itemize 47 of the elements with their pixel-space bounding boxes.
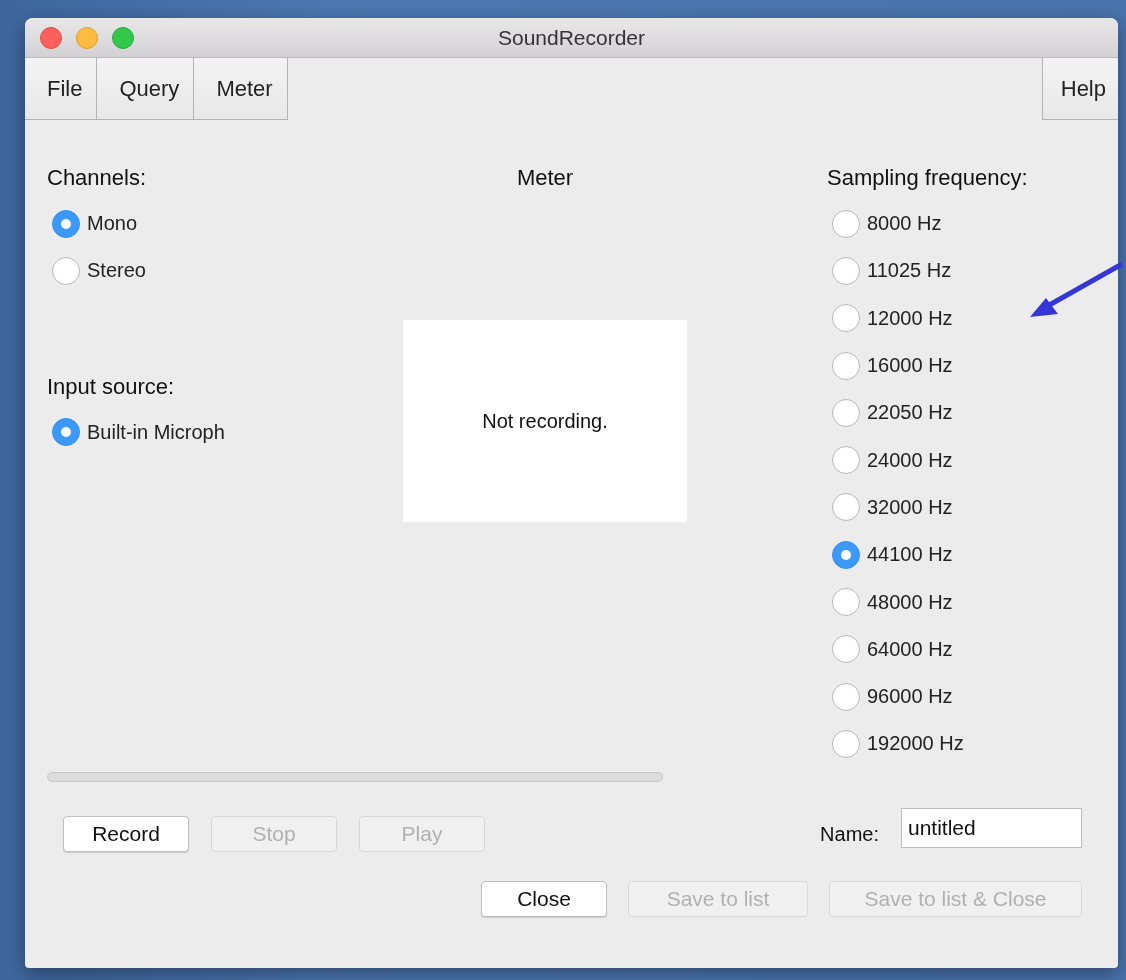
radio-button[interactable] <box>52 418 80 447</box>
radio-label: 24000 Hz <box>867 448 953 472</box>
section-heading: Channels: <box>47 164 148 192</box>
radio-label: 44100 Hz <box>867 543 953 567</box>
radio-label: 11025 Hz <box>867 259 952 283</box>
radio-label: 192000 Hz <box>867 732 964 756</box>
radio-button[interactable] <box>832 304 860 333</box>
radio-button[interactable] <box>832 540 860 569</box>
radio-button[interactable] <box>832 493 860 522</box>
close-window-icon[interactable] <box>40 26 62 49</box>
radio-button[interactable] <box>52 256 80 285</box>
meter-status: Not recording. <box>482 409 608 433</box>
radio-label: 12000 Hz <box>867 306 953 330</box>
radio-label: 8000 Hz <box>867 212 942 236</box>
section-heading: Meter <box>516 164 574 192</box>
radio-button[interactable] <box>832 209 860 238</box>
menu-item[interactable]: Query <box>97 58 195 120</box>
radio-button[interactable] <box>832 351 860 380</box>
radio-label: 64000 Hz <box>867 637 953 661</box>
radio-button[interactable] <box>832 729 860 758</box>
radio-button[interactable] <box>832 256 860 285</box>
radio-button[interactable] <box>832 398 860 427</box>
transport-button[interactable]: Record <box>63 816 189 852</box>
radio-label: 96000 Hz <box>867 685 953 709</box>
menu-item[interactable]: Help <box>1041 58 1118 120</box>
section-heading: Input source: <box>47 372 176 401</box>
menu-item[interactable]: File <box>25 58 98 120</box>
action-button[interactable]: Close <box>481 881 607 917</box>
radio-button[interactable] <box>832 588 860 616</box>
radio-label: 16000 Hz <box>867 354 953 378</box>
radio-button[interactable] <box>832 682 860 711</box>
radio-label: 22050 Hz <box>867 401 953 425</box>
radio-button[interactable] <box>832 635 860 664</box>
name-label: Name: <box>820 822 879 846</box>
section-heading: Sampling frequency: <box>827 164 1028 192</box>
radio-label: Built-in Microph <box>87 420 225 444</box>
radio-button[interactable] <box>832 446 860 475</box>
zoom-window-icon[interactable] <box>112 26 134 49</box>
minimize-window-icon[interactable] <box>76 26 98 49</box>
name-field[interactable]: untitled <box>901 808 1082 848</box>
radio-label: 32000 Hz <box>867 495 953 519</box>
menu-item[interactable]: Meter <box>194 58 288 120</box>
radio-button[interactable] <box>52 209 80 238</box>
radio-label: 48000 Hz <box>867 590 953 614</box>
radio-label: Mono <box>87 212 138 236</box>
window-title: SoundRecorder <box>497 25 646 50</box>
radio-label: Stereo <box>87 259 146 283</box>
